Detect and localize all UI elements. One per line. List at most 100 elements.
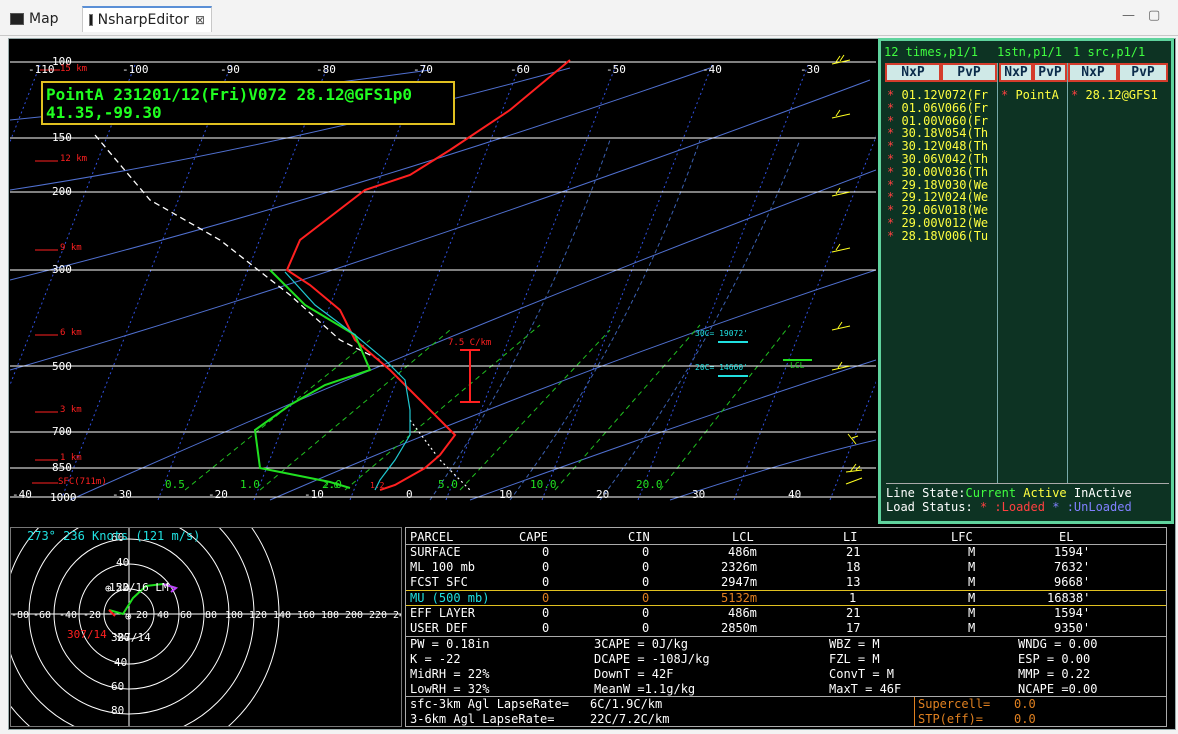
close-tab-icon[interactable]: ⊠ xyxy=(195,13,205,27)
p-label: 300 xyxy=(52,263,72,276)
h-label: 1 km xyxy=(60,453,82,463)
t-bottom-label: -10 xyxy=(304,488,324,501)
t-bottom-label: 40 xyxy=(788,488,801,501)
x-label: 180 xyxy=(321,610,339,621)
sources-title: 1 src,p1/1 xyxy=(1073,45,1146,59)
p-label: 1000 xyxy=(50,491,77,504)
column-divider xyxy=(1067,63,1068,483)
t-top-label: -90 xyxy=(220,63,240,76)
source-list: * 28.12@GFS1 xyxy=(1071,89,1169,102)
sources-prev-page-button[interactable]: PvP xyxy=(1118,63,1168,82)
table-row-selected[interactable]: MU (500 mb) 0 0 5132m 1 M 16838' xyxy=(406,590,1166,606)
params-row: LowRH = 32% MeanW =1.1g/kg MaxT = 46F NC… xyxy=(410,682,1098,696)
sfc-temp-marker: 1.2 xyxy=(370,481,385,490)
stp-row: STP(eff)= 0.0 xyxy=(918,712,1036,726)
skewt-diagram[interactable]: 100 150 200 300 500 700 850 1000 -110 -1… xyxy=(10,40,876,522)
parcel-parameter-table[interactable]: PARCEL CAPE CIN LCL LI LFC EL SURFACE 0 … xyxy=(405,527,1167,727)
ring-label: 40 xyxy=(116,556,129,569)
hodograph[interactable]: ⊕ ⊕ 60 40 20 20 40 60 80 -80 -60 -40 -20… xyxy=(11,528,402,727)
col-header: LFC xyxy=(951,530,973,544)
minimize-button[interactable]: — xyxy=(1122,8,1135,23)
col-header: PARCEL xyxy=(410,530,454,544)
station-item[interactable]: * PointA xyxy=(1001,89,1065,102)
time-item[interactable]: * 28.18V006(Tu xyxy=(887,229,995,243)
x-label: 40 xyxy=(157,610,169,621)
time-station-source-panel[interactable]: 12 times,p1/1 1stn,p1/1 1 src,p1/1 NxP P… xyxy=(878,38,1174,524)
ring-label: 40 xyxy=(114,656,127,669)
h-label: 3 km xyxy=(60,405,82,415)
stations-prev-page-button[interactable]: PvP xyxy=(1033,63,1067,82)
t-bottom-label: 30 xyxy=(692,488,705,501)
stations-next-page-button[interactable]: NxP xyxy=(999,63,1033,82)
ring-label: 80 xyxy=(111,704,124,717)
x-label: -60 xyxy=(33,610,51,621)
mr-label: 0.5 xyxy=(165,478,185,491)
station-list: * PointA xyxy=(1001,89,1065,102)
maximize-button[interactable]: ▢ xyxy=(1148,8,1160,23)
x-label: 140 xyxy=(273,610,291,621)
table-row[interactable]: USER DEF 0 0 2850m 17 M 9350' xyxy=(406,621,1166,636)
t-top-label: -30 xyxy=(800,63,820,76)
times-next-page-button[interactable]: NxP xyxy=(885,63,941,82)
t-bottom-label: -30 xyxy=(112,488,132,501)
p-label: 150 xyxy=(52,131,72,144)
wbz-30c-label: 30C= 19072' xyxy=(695,329,748,338)
line-state-active: Active xyxy=(1023,486,1067,500)
tab-map[interactable]: Map xyxy=(4,6,80,32)
params-row: MidRH = 22% DownT = 42F ConvT = M MMP = … xyxy=(410,667,1091,681)
mr-label: 1.0 xyxy=(240,478,260,491)
hodo-axis-labels: -80 -60 -40 -20 20 40 60 80 100 120 140 … xyxy=(11,610,402,621)
t-bottom-label: 20 xyxy=(596,488,609,501)
sounding-location: 41.35,-99.30 xyxy=(46,103,162,122)
line-state-inactive: InActive xyxy=(1073,486,1132,500)
t-bottom-label: 10 xyxy=(499,488,512,501)
t-bottom-label: 0 xyxy=(406,488,413,501)
h-label: SFC(711m) xyxy=(58,477,107,487)
nsharp-icon xyxy=(89,14,93,26)
hodo-header: 273° 236 Knots (121 m/s) xyxy=(27,529,200,543)
supercell-row: Supercell= 0.0 xyxy=(918,697,1036,711)
table-header-row: PARCEL CAPE CIN LCL LI LFC EL xyxy=(406,530,1166,545)
table-row[interactable]: EFF LAYER 0 0 486m 21 M 1594' xyxy=(406,606,1166,621)
temp-top-labels: -110 -100 -90 -80 -70 -60 -50 -40 -30 xyxy=(28,63,820,76)
mr-label: 10.0 xyxy=(530,478,557,491)
load-status-label: Load Status: xyxy=(886,500,973,514)
times-prev-page-button[interactable]: PvP xyxy=(941,63,997,82)
x-label: 120 xyxy=(249,610,267,621)
h-label: 6 km xyxy=(60,328,82,338)
x-label: 220 xyxy=(369,610,387,621)
p-label: 200 xyxy=(52,185,72,198)
tab-map-label: Map xyxy=(29,11,59,27)
wbz-20c-label: 20C= 14660' xyxy=(695,363,748,372)
h-label: 12 km xyxy=(60,154,87,164)
hodo-storm-label: 307/14 xyxy=(67,628,107,641)
tab-nsharp-label: NsharpEditor xyxy=(97,12,189,28)
t-top-label: -100 xyxy=(122,63,149,76)
x-label: -80 xyxy=(11,610,29,621)
times-title: 12 times,p1/1 xyxy=(884,45,978,59)
col-header: LCL xyxy=(732,530,754,544)
sources-next-page-button[interactable]: NxP xyxy=(1068,63,1118,82)
t-top-label: -70 xyxy=(413,63,433,76)
x-label: -40 xyxy=(59,610,77,621)
effective-layer-label: 7.5 C/km xyxy=(448,338,491,348)
map-icon xyxy=(10,13,24,25)
p-label: 500 xyxy=(52,360,72,373)
t-top-label: -50 xyxy=(606,63,626,76)
table-row[interactable]: FCST SFC 0 0 2947m 13 M 9668' xyxy=(406,575,1166,590)
table-row[interactable]: ML 100 mb 0 0 2326m 18 M 7632' xyxy=(406,560,1166,575)
x-label: 24 xyxy=(393,610,402,621)
params-row: K = -22 DCAPE = -108J/kg FZL = M ESP = 0… xyxy=(410,652,1091,666)
h-label: 9 km xyxy=(60,243,82,253)
panel-status: Line State:Current Active InActive Load … xyxy=(886,483,1169,514)
x-label: 100 xyxy=(225,610,243,621)
params-row: PW = 0.18in 3CAPE = 0J/kg WBZ = M WNDG =… xyxy=(410,637,1098,651)
lcl-label: LCL xyxy=(790,361,805,370)
ring-label: 60 xyxy=(111,680,124,693)
x-label: 60 xyxy=(180,610,192,621)
hodograph-panel[interactable]: ⊕ ⊕ 60 40 20 20 40 60 80 -80 -60 -40 -20… xyxy=(10,527,402,727)
tab-nsharp-editor[interactable]: NsharpEditor ⊠ xyxy=(82,6,212,32)
source-item[interactable]: * 28.12@GFS1 xyxy=(1071,89,1169,102)
table-row[interactable]: SURFACE 0 0 486m 21 M 1594' xyxy=(406,545,1166,560)
hodo-mean-label: 307/14 xyxy=(111,631,151,644)
